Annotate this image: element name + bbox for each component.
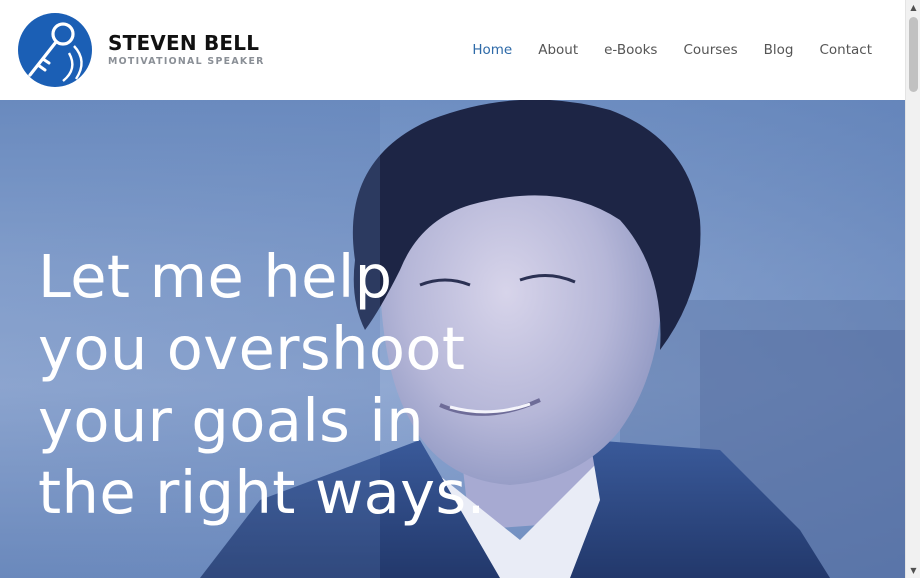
nav-item-contact[interactable]: Contact bbox=[819, 41, 872, 59]
hero-headline: Let me help you overshoot your goals in … bbox=[38, 241, 558, 529]
nav-item-about[interactable]: About bbox=[538, 41, 578, 59]
nav-item-home[interactable]: Home bbox=[472, 41, 512, 59]
headline-line-2: you overshoot bbox=[38, 314, 466, 383]
nav-item-blog[interactable]: Blog bbox=[764, 41, 794, 59]
nav-item-courses[interactable]: Courses bbox=[683, 41, 737, 59]
nav-item-ebooks[interactable]: e-Books bbox=[604, 41, 657, 59]
site-header: STEVEN BELL MOTIVATIONAL SPEAKER Home Ab… bbox=[0, 0, 905, 100]
scroll-down-arrow-icon[interactable]: ▼ bbox=[906, 563, 920, 578]
brand[interactable]: STEVEN BELL MOTIVATIONAL SPEAKER bbox=[108, 32, 265, 67]
brand-name: STEVEN BELL bbox=[108, 31, 260, 55]
vertical-scrollbar[interactable]: ▲ ▼ bbox=[905, 0, 920, 578]
scroll-up-arrow-icon[interactable]: ▲ bbox=[906, 0, 920, 15]
brand-tagline: MOTIVATIONAL SPEAKER bbox=[108, 56, 265, 67]
page: STEVEN BELL MOTIVATIONAL SPEAKER Home Ab… bbox=[0, 0, 905, 578]
key-globe-logo-icon[interactable] bbox=[18, 13, 92, 87]
main-nav: Home About e-Books Courses Blog Contact bbox=[446, 41, 872, 59]
headline-line-4: the right ways. bbox=[38, 458, 486, 527]
hero-section: Let me help you overshoot your goals in … bbox=[0, 100, 905, 578]
headline-line-3: your goals in bbox=[38, 386, 424, 455]
headline-line-1: Let me help bbox=[38, 242, 393, 311]
scrollbar-thumb[interactable] bbox=[909, 17, 918, 92]
